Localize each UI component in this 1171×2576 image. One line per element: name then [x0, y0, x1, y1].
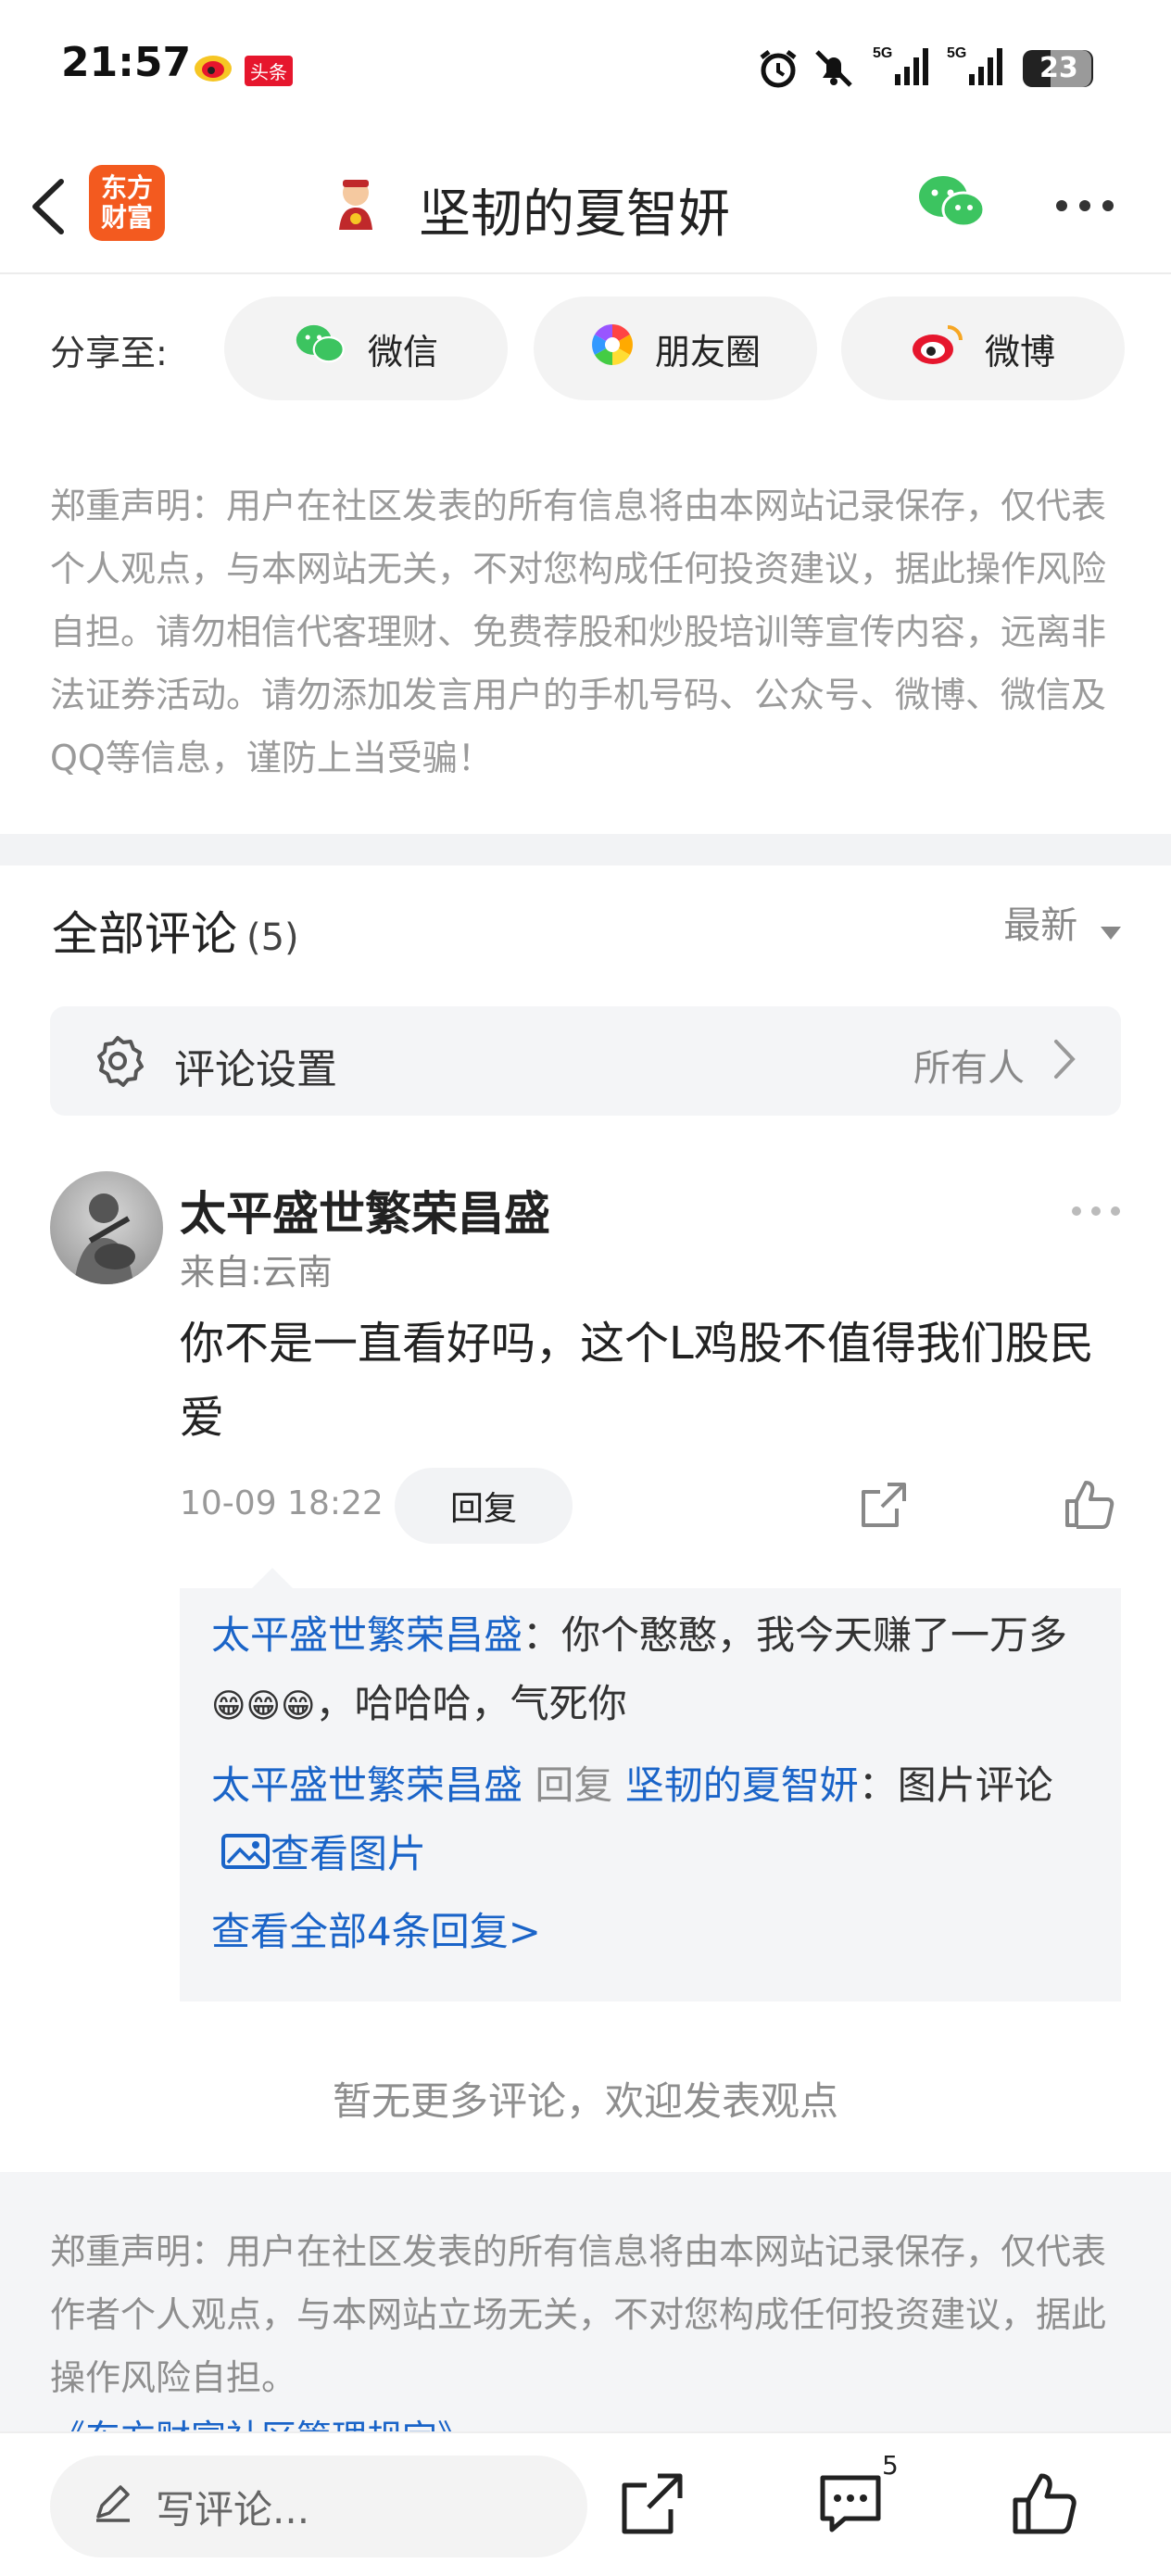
- avatar[interactable]: [50, 1171, 163, 1284]
- comment-settings-value: 所有人: [913, 1047, 1025, 1090]
- like-icon[interactable]: [1064, 1479, 1115, 1533]
- user-avatar-small[interactable]: [326, 172, 385, 232]
- comment-settings-label: 评论设置: [174, 1046, 337, 1093]
- reply-button[interactable]: 回复: [395, 1468, 573, 1544]
- alarm-icon: [756, 46, 800, 95]
- signal-icon-1: 5G: [873, 43, 928, 93]
- toutiao-badge: 头条: [245, 56, 293, 86]
- signal-icon-2: 5G: [947, 43, 1002, 93]
- share-row: 分享至: 微信 朋友圈 微博: [0, 276, 1171, 417]
- reply-2-target[interactable]: 坚韧的夏智妍: [625, 1762, 859, 1808]
- view-image-link[interactable]: 查看图片: [271, 1831, 426, 1876]
- share-moments-button[interactable]: 朋友圈: [534, 297, 817, 400]
- pencil-icon: [93, 2481, 133, 2532]
- page-title: 坚韧的夏智妍: [419, 184, 730, 245]
- replies-caret: [252, 1568, 293, 1588]
- mute-icon: [812, 46, 856, 95]
- more-icon[interactable]: [1054, 198, 1115, 217]
- footer-disclaimer-text: 郑重声明：用户在社区发表的所有信息将由本网站记录保存，仅代表作者个人观点，与本网…: [50, 2231, 1107, 2398]
- weibo-notification-icon: [193, 46, 235, 87]
- reply-2[interactable]: 太平盛世繁荣昌盛 回复 坚韧的夏智妍：图片评论 查看图片: [211, 1751, 1091, 1891]
- status-time: 21:57: [61, 39, 192, 86]
- top-navbar: 东方 财富 坚韧的夏智妍: [0, 139, 1171, 274]
- share-bottom-icon[interactable]: [619, 2470, 693, 2544]
- reply-1-text-a: ：你个憨憨，我今天赚了一万多: [523, 1612, 1068, 1658]
- comment-time: 10-09 18:22: [180, 1484, 384, 1522]
- reply-2-text: ：图片评论: [858, 1762, 1053, 1808]
- share-wechat-button[interactable]: 微信: [224, 297, 508, 400]
- logo-text-2: 财富: [100, 202, 153, 233]
- reply-2-user[interactable]: 太平盛世繁荣昌盛: [211, 1762, 523, 1808]
- wechat-icon: [294, 322, 347, 375]
- view-all-replies-link[interactable]: 查看全部4条回复>: [211, 1898, 1091, 1966]
- comment-count-badge: 5: [882, 2450, 899, 2481]
- wechat-share-icon[interactable]: [917, 172, 988, 237]
- comment-text: 你不是一直看好吗，这个L鸡股不值得我们股民爱: [180, 1318, 1094, 1444]
- share-wechat-label: 微信: [367, 331, 438, 373]
- community-rules-link[interactable]: 《东方财富社区管理规定》: [50, 2409, 472, 2431]
- comments-title: 全部评论: [52, 907, 237, 961]
- section-divider: [0, 834, 1171, 865]
- battery-icon: 23: [1023, 50, 1093, 87]
- reply-2-reply-word: 回复: [535, 1762, 613, 1808]
- share-icon[interactable]: [860, 1481, 908, 1533]
- share-weibo-button[interactable]: 微博: [841, 297, 1125, 400]
- svg-text:5G: 5G: [873, 45, 892, 61]
- replies-box: 太平盛世繁荣昌盛：你个憨憨，我今天赚了一万多😁😁😁，哈哈哈，气死你 太平盛世繁荣…: [180, 1568, 1121, 2001]
- comment-settings-row[interactable]: 评论设置 所有人: [50, 1006, 1121, 1116]
- grin-emoji-icon: 😁😁😁: [211, 1687, 316, 1725]
- sort-label: 最新: [1003, 904, 1078, 947]
- write-comment-input[interactable]: 写评论...: [50, 2456, 587, 2557]
- share-moments-label: 朋友圈: [654, 331, 761, 373]
- reply-label: 回复: [449, 1490, 517, 1528]
- logo-text-1: 东方: [100, 172, 153, 203]
- comment-more-icon[interactable]: [1071, 1203, 1121, 1220]
- no-more-comments: 暂无更多评论，欢迎发表观点: [332, 2078, 838, 2124]
- share-label: 分享至:: [50, 333, 168, 373]
- svg-text:5G: 5G: [947, 45, 966, 61]
- weibo-icon: [911, 323, 964, 374]
- footer-disclaimer: 郑重声明：用户在社区发表的所有信息将由本网站记录保存，仅代表作者个人观点，与本网…: [0, 2172, 1171, 2431]
- comment-username[interactable]: 太平盛世繁荣昌盛: [180, 1177, 550, 1244]
- comment-location: 来自:云南: [180, 1252, 333, 1293]
- reply-1[interactable]: 太平盛世繁荣昌盛：你个憨憨，我今天赚了一万多 😁😁😁，哈哈哈，气死你: [211, 1601, 1091, 1741]
- status-bar: 21:57 头条 5G 5G 23: [0, 0, 1171, 139]
- like-bottom-icon[interactable]: [1010, 2470, 1084, 2544]
- disclaimer-top: 郑重声明：用户在社区发表的所有信息将由本网站记录保存，仅代表个人观点，与本网站无…: [50, 486, 1107, 778]
- caret-down-icon: [1101, 906, 1121, 949]
- moments-icon: [590, 322, 635, 375]
- comment-bubble-icon[interactable]: [817, 2470, 891, 2544]
- eastmoney-logo[interactable]: 东方 财富: [89, 165, 165, 241]
- bottom-bar: 写评论... 5: [0, 2431, 1171, 2576]
- share-weibo-label: 微博: [984, 331, 1055, 373]
- image-icon[interactable]: [220, 1823, 271, 1891]
- chevron-right-icon: [1052, 1038, 1077, 1084]
- gear-icon: [91, 1034, 145, 1092]
- comments-header: 全部评论 (5): [52, 897, 299, 964]
- comments-count: (5): [246, 916, 299, 959]
- sort-dropdown[interactable]: 最新: [1003, 895, 1121, 949]
- back-icon[interactable]: [26, 176, 70, 241]
- write-comment-placeholder: 写评论...: [156, 2486, 310, 2532]
- battery-level: 23: [1039, 52, 1078, 84]
- reply-1-user[interactable]: 太平盛世繁荣昌盛: [211, 1612, 523, 1658]
- reply-1-text-b: ，哈哈哈，气死你: [315, 1681, 627, 1726]
